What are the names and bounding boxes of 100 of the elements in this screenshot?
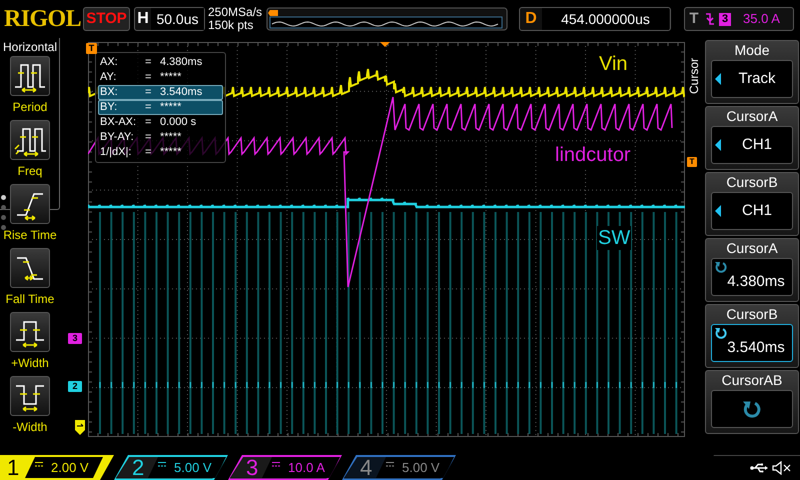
trace-label: SW [597, 226, 632, 250]
channel-marker: 2 [68, 381, 82, 392]
dc-coupling-icon [386, 462, 394, 467]
usb-icon [750, 463, 768, 473]
readout-label: 1/|dX|: [99, 145, 132, 160]
measure-label: Rise Time [3, 227, 57, 244]
channel-tab[interactable]: 4 5.00 V [342, 455, 456, 480]
softkey-button[interactable]: CursorB CH1 [705, 172, 799, 236]
channel-1-marker-icon [75, 420, 85, 435]
page-indicator [1, 195, 7, 230]
equals-sign: = [145, 115, 152, 130]
timebase-value: 50.0us [151, 8, 204, 30]
dc-coupling-icon [35, 462, 43, 467]
softkey-title: CursorB [726, 173, 778, 192]
measure-button[interactable] [10, 376, 50, 416]
measure-button[interactable] [10, 248, 50, 288]
delay-panel[interactable]: D 454.000000us [519, 7, 671, 31]
channel-number: 1 [7, 455, 20, 480]
trigger-level-marker: T [687, 157, 697, 167]
softkey-title: CursorA [726, 107, 778, 126]
readout-value: 3.540ms [160, 85, 202, 100]
softkey-title: CursorAB [722, 371, 782, 390]
measure-button[interactable] [10, 312, 50, 352]
softkey-title: Mode [734, 41, 770, 60]
trigger-position-marker [380, 42, 390, 47]
memory-depth: 150k pts [208, 19, 254, 32]
measure-button[interactable] [10, 56, 50, 96]
trace-label: lindcutor [554, 143, 632, 167]
channel-scale: 2.00 V [51, 459, 89, 477]
channel-tab[interactable]: 1 2.00 V [0, 455, 114, 480]
dc-coupling-icon [158, 462, 166, 467]
softkey-value: CH1 [740, 201, 773, 221]
readout-value: 0.000 s [160, 115, 196, 130]
softkey-value: 3.540ms [726, 338, 786, 358]
measure-label: Freq [18, 163, 42, 180]
readout-value: ***** [160, 145, 182, 160]
measure-label: Period [12, 99, 48, 116]
readout-value: ***** [160, 100, 182, 116]
rotate-knob-icon [715, 327, 727, 339]
softkey-title: CursorB [726, 305, 778, 324]
trigger-panel[interactable]: T 3 35.0 A [684, 7, 794, 31]
sample-rate: 250MSa/s [208, 6, 264, 19]
left-arrow-icon [715, 139, 721, 151]
softkey-value: Track [738, 69, 776, 89]
left-arrow-icon [715, 205, 721, 217]
rotate-knob-icon [715, 261, 727, 273]
brand-logo: RIGOL [4, 7, 80, 31]
channel-marker: 3 [68, 333, 82, 344]
readout-label: AX: [99, 55, 119, 70]
speaker-muted-icon [772, 461, 792, 475]
equals-sign: = [145, 100, 152, 116]
menu-title: Horizontal [2, 40, 58, 54]
timebase-label: H [136, 9, 150, 29]
readout-value: ***** [160, 130, 182, 146]
run-state-button[interactable]: STOP [83, 7, 130, 31]
equals-sign: = [145, 145, 152, 160]
softkey-button[interactable]: CursorA 4.380ms [705, 238, 799, 302]
readout-label: BY: [99, 100, 118, 116]
trigger-level: 35.0 A [743, 10, 780, 28]
channel-scale: 5.00 V [402, 459, 440, 477]
equals-sign: = [145, 85, 152, 100]
delay-label: D [524, 9, 538, 29]
timebase-panel[interactable]: H 50.0us [134, 7, 205, 31]
measure-button[interactable] [10, 184, 50, 224]
falling-edge-icon [705, 12, 715, 26]
channel-number: 4 [360, 455, 372, 480]
softkey-button[interactable]: CursorA CH1 [705, 106, 799, 170]
trigger-source-badge: 3 [719, 12, 731, 26]
softkey-button[interactable]: CursorAB [705, 370, 799, 434]
softkey-value: CH1 [740, 135, 773, 155]
equals-sign: = [145, 70, 152, 86]
channel-number: 3 [246, 455, 258, 480]
left-arrow-icon [715, 73, 721, 85]
readout-label: BY-AY: [99, 130, 135, 146]
readout-label: AY: [99, 70, 118, 86]
equals-sign: = [145, 55, 152, 70]
readout-label: BX-AX: [99, 115, 138, 130]
softkey-value: 4.380ms [726, 272, 786, 292]
channel-number: 2 [132, 455, 144, 480]
readout-value: ***** [160, 70, 182, 86]
readout-label: BX: [99, 85, 119, 100]
measure-label: +Width [11, 355, 49, 372]
channel-scale: 10.0 A [288, 459, 325, 477]
trigger-marker: T [86, 43, 97, 54]
softkey-button[interactable]: Mode Track [705, 40, 799, 104]
measure-label: -Width [12, 419, 48, 436]
delay-value: 454.000000us [542, 8, 669, 30]
rotate-knob-icon [743, 400, 761, 418]
channel-tab[interactable]: 2 5.00 V [114, 455, 228, 480]
readout-value: 4.380ms [160, 55, 202, 70]
softkey-button[interactable]: CursorB 3.540ms [705, 304, 799, 368]
equals-sign: = [145, 130, 152, 146]
channel-scale: 5.00 V [174, 459, 212, 477]
measure-button[interactable] [10, 120, 50, 160]
dc-coupling-icon [272, 462, 280, 467]
channel-tab[interactable]: 3 10.0 A [228, 455, 342, 480]
menu-title: Cursor [686, 58, 702, 94]
trigger-label: T [688, 8, 700, 29]
softkey-title: CursorA [726, 239, 778, 258]
measure-label: Fall Time [6, 291, 54, 308]
